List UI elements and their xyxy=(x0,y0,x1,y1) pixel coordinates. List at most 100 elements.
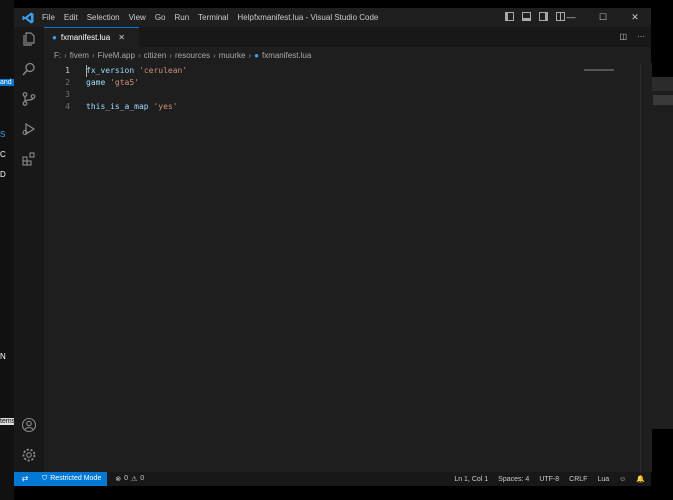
background-left-window: and S C D N tems xyxy=(0,0,16,500)
menu-help[interactable]: Help xyxy=(237,13,253,22)
bg-left-label: C xyxy=(0,150,6,159)
notifications-bell-icon[interactable]: 🔔 xyxy=(636,475,645,483)
bg-left-label: tems xyxy=(0,418,16,425)
explorer-icon[interactable] xyxy=(20,31,38,49)
menu-selection[interactable]: Selection xyxy=(87,13,120,22)
language-mode[interactable]: Lua xyxy=(597,476,609,483)
line-number: 3 xyxy=(65,90,70,99)
lua-file-icon: ● xyxy=(254,50,259,60)
text-cursor xyxy=(86,65,87,77)
problems-indicator[interactable]: ⊗ 0 ⚠ 0 xyxy=(115,475,144,483)
code-text: fx_version 'cerulean' xyxy=(86,65,187,77)
toggle-secondary-sidebar-icon[interactable] xyxy=(539,12,548,21)
breadcrumb-item[interactable]: resources xyxy=(175,51,210,60)
code-line: 2 game 'gta5' xyxy=(44,77,644,89)
toggle-primary-sidebar-icon[interactable] xyxy=(505,12,514,21)
status-bar: ⇄ ⛉ Restricted Mode ⊗ 0 ⚠ 0 Ln 1, Col 1 … xyxy=(14,472,651,486)
restricted-mode-button[interactable]: ⛉ Restricted Mode xyxy=(36,472,108,486)
code-identifier: fx_version xyxy=(86,66,135,75)
remote-indicator-icon[interactable]: ⇄ xyxy=(14,472,36,486)
vertical-scrollbar[interactable] xyxy=(640,63,652,472)
tab-label: fxmanifest.lua xyxy=(60,33,111,42)
chevron-right-icon: › xyxy=(91,50,95,60)
warning-icon: ⚠ xyxy=(131,476,138,483)
bg-left-label: S xyxy=(0,130,6,139)
code-string: 'gta5' xyxy=(110,78,139,87)
chevron-right-icon: › xyxy=(169,50,172,60)
menu-edit[interactable]: Edit xyxy=(64,13,78,22)
code-line: 4 this_is_a_map 'yes' xyxy=(44,101,644,113)
breadcrumb-item[interactable]: fivem xyxy=(70,51,89,60)
accounts-icon[interactable] xyxy=(20,417,38,435)
chevron-right-icon: › xyxy=(137,50,141,60)
code-text: this_is_a_map 'yes' xyxy=(86,101,178,113)
error-count: 0 xyxy=(124,475,128,482)
minimize-icon[interactable]: — xyxy=(555,8,587,27)
code-identifier: game xyxy=(86,78,106,87)
end-of-line[interactable]: CRLF xyxy=(569,476,587,483)
breadcrumb: F: › fivem › FiveM.app › citizen › resources… xyxy=(44,47,651,63)
tab-fxmanifest[interactable]: ● fxmanifest.lua ✕ xyxy=(44,27,139,47)
code-line: 1 fx_version 'cerulean' xyxy=(44,65,644,77)
shield-icon: ⛉ xyxy=(42,475,48,482)
bg-left-label: and xyxy=(0,79,14,86)
maximize-icon[interactable]: ☐ xyxy=(587,8,619,27)
line-number: 4 xyxy=(65,102,70,111)
editor-tabs: ● fxmanifest.lua ✕ ◫ ··· xyxy=(44,27,651,47)
extensions-icon[interactable] xyxy=(20,151,38,169)
vscode-window: File Edit Selection View Go Run Terminal Help f… xyxy=(14,8,652,486)
code-identifier: this_is_a_map xyxy=(86,102,149,111)
indentation[interactable]: Spaces: 4 xyxy=(498,476,529,483)
menu-terminal[interactable]: Terminal xyxy=(198,13,228,22)
search-icon[interactable] xyxy=(20,61,38,79)
activity-bar xyxy=(14,27,44,472)
menu-view[interactable]: View xyxy=(129,13,146,22)
bg-window-titlebar xyxy=(651,77,673,91)
minimap-line xyxy=(584,69,614,71)
encoding[interactable]: UTF-8 xyxy=(539,476,559,483)
restricted-mode-label: Restricted Mode xyxy=(50,475,102,482)
split-editor-icon[interactable]: ◫ xyxy=(619,32,627,41)
status-right-group: Ln 1, Col 1 Spaces: 4 UTF-8 CRLF Lua ☺ 🔔 xyxy=(454,472,645,486)
cursor-position[interactable]: Ln 1, Col 1 xyxy=(454,476,488,483)
titlebar: File Edit Selection View Go Run Terminal Help f… xyxy=(14,8,651,27)
line-number: 1 xyxy=(65,66,70,75)
chevron-right-icon: › xyxy=(64,50,67,60)
bg-window-row xyxy=(653,95,673,105)
breadcrumb-item[interactable]: citizen xyxy=(144,51,167,60)
menu-run[interactable]: Run xyxy=(174,13,189,22)
run-debug-icon[interactable] xyxy=(20,121,38,139)
chevron-right-icon: › xyxy=(248,50,252,60)
lua-file-icon: ● xyxy=(52,33,57,42)
menu-go[interactable]: Go xyxy=(155,13,166,22)
breadcrumb-item[interactable]: FiveM.app xyxy=(98,51,135,60)
breadcrumb-item[interactable]: fxmanifest.lua xyxy=(262,51,311,60)
close-window-icon[interactable]: ✕ xyxy=(619,8,651,27)
code-string: 'cerulean' xyxy=(139,66,188,75)
bg-left-label: N xyxy=(0,352,6,361)
menu-file[interactable]: File xyxy=(42,13,55,22)
toggle-panel-icon[interactable] xyxy=(522,12,531,21)
bg-left-label: D xyxy=(0,170,6,179)
menu-bar: File Edit Selection View Go Run Terminal Help xyxy=(42,13,263,22)
code-line: 3 xyxy=(44,89,644,101)
code-string: 'yes' xyxy=(153,102,178,111)
error-icon: ⊗ xyxy=(115,476,122,483)
window-title: fxmanifest.lua - Visual Studio Code xyxy=(254,13,379,22)
feedback-icon[interactable]: ☺ xyxy=(619,476,626,483)
background-right-window xyxy=(651,77,673,429)
breadcrumb-item[interactable]: F: xyxy=(54,51,61,60)
window-controls: — ☐ ✕ xyxy=(555,8,651,27)
close-tab-icon[interactable]: ✕ xyxy=(118,33,125,42)
vscode-logo-icon xyxy=(14,8,42,27)
manage-gear-icon[interactable] xyxy=(20,447,38,465)
more-actions-icon[interactable]: ··· xyxy=(637,32,645,41)
source-control-icon[interactable] xyxy=(20,91,38,109)
code-editor[interactable]: 1 fx_version 'cerulean' 2 game 'gta5' 3 … xyxy=(44,63,651,472)
breadcrumb-item[interactable]: muurke xyxy=(219,51,246,60)
chevron-right-icon: › xyxy=(213,50,216,60)
line-number: 2 xyxy=(65,78,70,87)
editor-actions: ◫ ··· xyxy=(619,32,645,41)
code-text: game 'gta5' xyxy=(86,77,139,89)
warning-count: 0 xyxy=(140,475,145,482)
